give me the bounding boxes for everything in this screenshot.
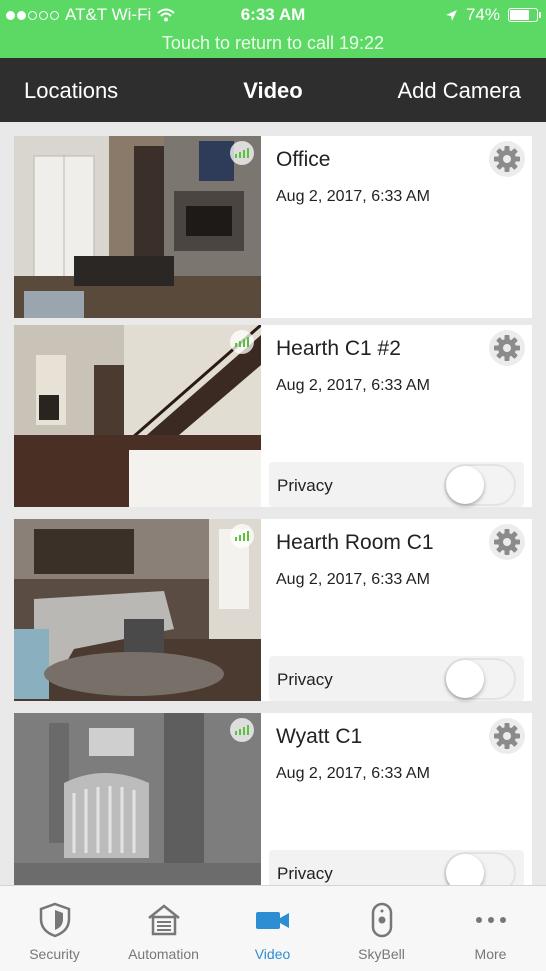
video-camera-icon [255, 912, 289, 929]
camera-card-wyatt-c1[interactable]: Wyatt C1 Aug 2, 2017, 6:33 AM Privacy [14, 713, 532, 885]
camera-thumbnail[interactable] [14, 136, 261, 318]
camera-settings-button[interactable] [489, 718, 525, 754]
gear-icon [494, 723, 520, 749]
privacy-label: Privacy [277, 864, 333, 883]
privacy-row: Privacy [269, 462, 524, 507]
gear-icon [494, 529, 520, 555]
camera-thumbnail[interactable] [14, 713, 261, 885]
shield-icon [39, 902, 70, 938]
camera-thumbnail[interactable] [14, 325, 261, 507]
location-arrow-icon [445, 9, 457, 21]
tab-more[interactable]: More [436, 886, 545, 971]
connection-signal-icon [230, 141, 254, 165]
privacy-row: Privacy [269, 850, 524, 885]
add-camera-button[interactable]: Add Camera [397, 78, 521, 104]
camera-list[interactable]: Office Aug 2, 2017, 6:33 AM Hearth C1 #2… [0, 122, 546, 885]
camera-card-office[interactable]: Office Aug 2, 2017, 6:33 AM [14, 136, 532, 318]
tab-label: Security [29, 946, 80, 962]
toggle-knob [446, 466, 484, 504]
camera-name: Hearth C1 #2 [276, 337, 401, 360]
gear-icon [494, 146, 520, 172]
toggle-knob [446, 854, 484, 885]
privacy-toggle[interactable] [444, 464, 516, 506]
camera-settings-button[interactable] [489, 524, 525, 560]
camera-card-hearth-c1-2[interactable]: Hearth C1 #2 Aug 2, 2017, 6:33 AM Privac… [14, 325, 532, 507]
camera-timestamp: Aug 2, 2017, 6:33 AM [276, 765, 430, 782]
camera-card-hearth-room-c1[interactable]: Hearth Room C1 Aug 2, 2017, 6:33 AM Priv… [14, 519, 532, 701]
camera-timestamp: Aug 2, 2017, 6:33 AM [276, 571, 430, 588]
tab-label: More [474, 946, 507, 962]
camera-name: Office [276, 148, 331, 171]
privacy-label: Privacy [277, 476, 333, 495]
top-nav-bar: Locations Video Add Camera [0, 58, 546, 122]
house-icon [147, 904, 180, 936]
camera-settings-button[interactable] [489, 141, 525, 177]
doorbell-icon [371, 902, 392, 938]
locations-button[interactable]: Locations [24, 78, 118, 104]
privacy-label: Privacy [277, 670, 333, 689]
privacy-row: Privacy [269, 656, 524, 701]
camera-thumbnail[interactable] [14, 519, 261, 701]
battery-icon [508, 8, 541, 22]
camera-settings-button[interactable] [489, 330, 525, 366]
return-to-call-banner[interactable]: Touch to return to call 19:22 [0, 30, 546, 58]
toggle-knob [446, 660, 484, 698]
tab-automation[interactable]: Automation [109, 886, 218, 971]
gear-icon [494, 335, 520, 361]
camera-name: Wyatt C1 [276, 725, 363, 748]
camera-timestamp: Aug 2, 2017, 6:33 AM [276, 377, 430, 394]
tab-security[interactable]: Security [0, 886, 109, 971]
tab-label: SkyBell [358, 946, 405, 962]
tab-video[interactable]: Video [218, 886, 327, 971]
tab-label: Automation [128, 946, 199, 962]
bottom-tab-bar: Security Automation Video SkyBell More [0, 885, 546, 971]
camera-timestamp: Aug 2, 2017, 6:33 AM [276, 188, 430, 205]
privacy-toggle[interactable] [444, 852, 516, 885]
connection-signal-icon [230, 330, 254, 354]
camera-name: Hearth Room C1 [276, 531, 434, 554]
connection-signal-icon [230, 718, 254, 742]
tab-label: Video [254, 946, 291, 962]
more-dots-icon [475, 917, 506, 923]
tab-skybell[interactable]: SkyBell [327, 886, 436, 971]
connection-signal-icon [230, 524, 254, 548]
status-bar: AT&T Wi-Fi 6:33 AM 74% [0, 0, 546, 30]
privacy-toggle[interactable] [444, 658, 516, 700]
battery-percent: 74% [465, 5, 500, 24]
